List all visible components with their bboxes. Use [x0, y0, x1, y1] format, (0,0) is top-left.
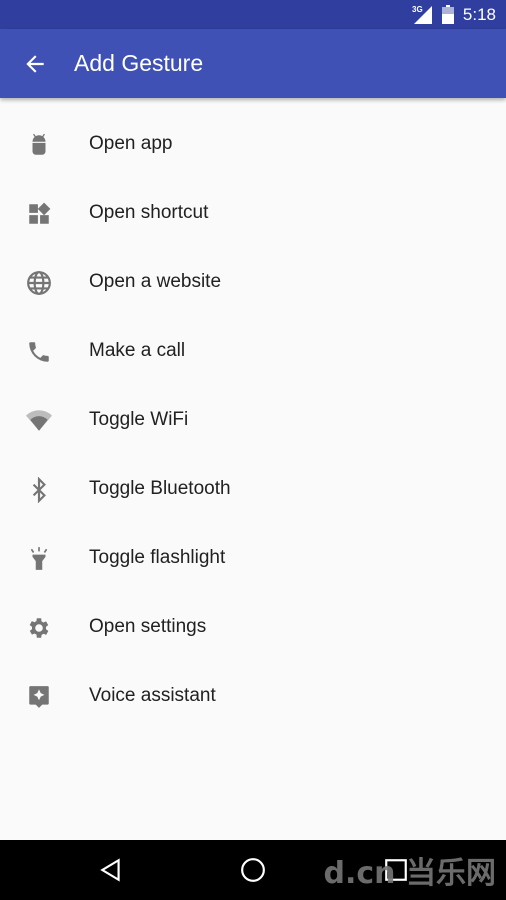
widgets-icon: [29, 202, 51, 224]
item-label: Open a website: [89, 271, 222, 292]
list-item-voice-assistant[interactable]: Voice assistant: [0, 662, 506, 731]
arrow-left-icon[interactable]: [22, 51, 48, 77]
list-item-make-call[interactable]: Make a call: [0, 317, 506, 386]
bluetooth-icon: [32, 477, 46, 503]
app-bar: Add Gesture: [0, 29, 506, 98]
item-label: Open app: [89, 133, 173, 154]
android-icon: [32, 133, 46, 155]
home-circle-icon[interactable]: [240, 857, 266, 883]
action-list: Open app Open shortcut Open a website Ma…: [0, 110, 506, 731]
list-item-toggle-wifi[interactable]: Toggle WiFi: [0, 386, 506, 455]
item-label: Toggle Bluetooth: [89, 478, 231, 499]
item-label: Toggle flashlight: [89, 547, 226, 568]
phone-icon: [29, 342, 49, 362]
page-title: Add Gesture: [74, 50, 204, 76]
wifi-icon: [26, 410, 52, 431]
list-item-open-shortcut[interactable]: Open shortcut: [0, 179, 506, 248]
back-triangle-icon[interactable]: [98, 857, 124, 883]
clock: 5:18: [462, 5, 496, 24]
list-item-open-website[interactable]: Open a website: [0, 248, 506, 317]
list-item-open-app[interactable]: Open app: [0, 110, 506, 179]
item-label: Make a call: [89, 340, 186, 361]
list-item-open-settings[interactable]: Open settings: [0, 593, 506, 662]
status-bar: 3G 5:18: [0, 0, 506, 29]
navigation-bar: d.cn 当乐网: [0, 840, 506, 900]
item-label: Open settings: [89, 616, 207, 637]
battery-icon: [442, 5, 454, 24]
list-item-toggle-bluetooth[interactable]: Toggle Bluetooth: [0, 455, 506, 524]
item-label: Voice assistant: [89, 685, 216, 706]
item-label: Open shortcut: [89, 202, 209, 223]
gear-icon: [29, 618, 49, 638]
list-item-toggle-flashlight[interactable]: Toggle flashlight: [0, 524, 506, 593]
assistant-icon: [29, 686, 49, 708]
flashlight-icon: [30, 547, 48, 570]
globe-icon: [27, 271, 51, 295]
item-label: Toggle WiFi: [89, 409, 189, 430]
signal-icon: [414, 6, 432, 24]
watermark: d.cn 当乐网: [323, 856, 496, 891]
